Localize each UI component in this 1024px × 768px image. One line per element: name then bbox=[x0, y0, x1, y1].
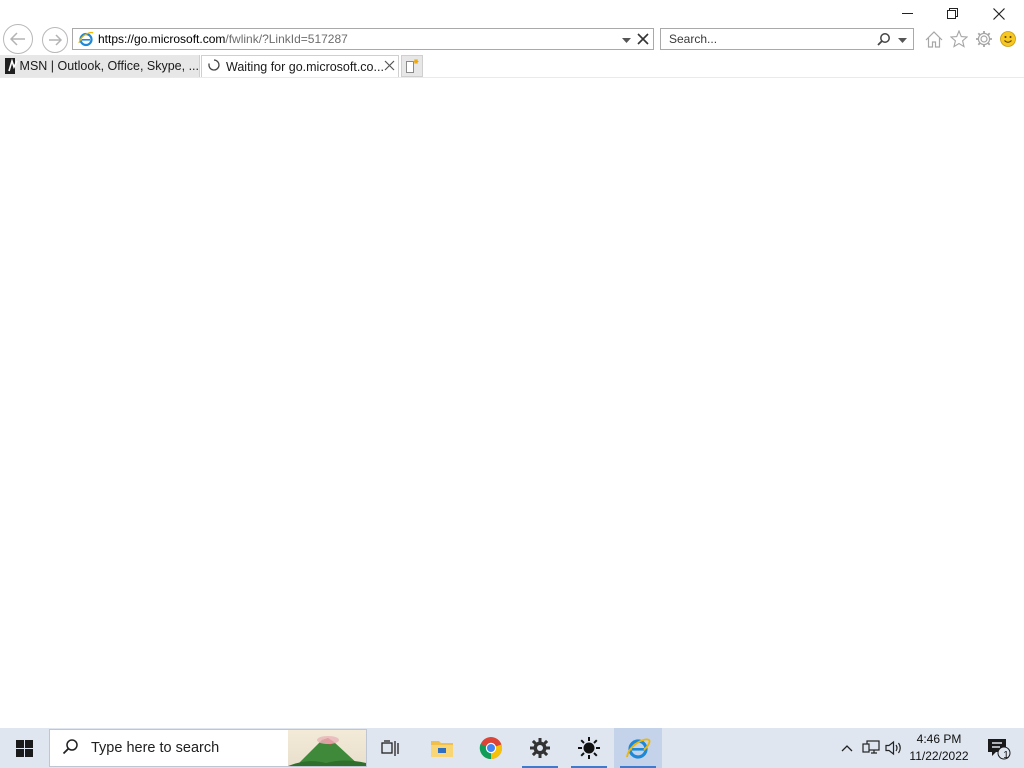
home-icon bbox=[925, 30, 943, 48]
windows-logo-icon bbox=[15, 739, 33, 757]
internet-explorer-icon bbox=[626, 738, 651, 759]
new-tab-button[interactable] bbox=[401, 55, 423, 77]
browser-chrome: https://go.microsoft.com/fwlink/?LinkId=… bbox=[0, 0, 1024, 78]
show-hidden-icons-button[interactable] bbox=[838, 728, 856, 768]
stop-loading-button[interactable] bbox=[636, 32, 650, 49]
weather-app-button[interactable] bbox=[565, 728, 613, 768]
smiley-feedback-icon bbox=[1000, 31, 1016, 47]
page-content-area[interactable] bbox=[0, 78, 1024, 728]
address-bar[interactable]: https://go.microsoft.com/fwlink/?LinkId=… bbox=[72, 28, 654, 50]
tab-label: MSN | Outlook, Office, Skype, ... bbox=[19, 59, 199, 73]
search-icon[interactable] bbox=[877, 32, 891, 49]
new-tab-icon bbox=[406, 59, 419, 73]
action-center-button[interactable]: 1 bbox=[978, 728, 1018, 768]
chrome-button[interactable] bbox=[467, 728, 515, 768]
taskbar-clock[interactable]: 4:46 PM 11/22/2022 bbox=[904, 731, 974, 765]
gear-icon bbox=[976, 31, 992, 47]
tools-button[interactable] bbox=[973, 28, 995, 50]
chevron-down-icon bbox=[622, 38, 631, 43]
minimize-button[interactable] bbox=[885, 0, 931, 28]
close-tab-button[interactable] bbox=[384, 60, 395, 74]
search-dropdown-button[interactable] bbox=[898, 33, 907, 47]
favorites-star-icon bbox=[950, 30, 968, 48]
clock-time: 4:46 PM bbox=[916, 732, 962, 746]
close-icon bbox=[384, 60, 395, 71]
url-host: https://go.microsoft.com bbox=[98, 32, 226, 46]
notification-count-badge: 1 bbox=[1003, 749, 1009, 761]
taskbar-search-box[interactable]: Type here to search bbox=[49, 729, 367, 767]
close-icon bbox=[993, 8, 1005, 20]
tab-msn[interactable]: MSN | Outlook, Office, Skype, ... bbox=[0, 55, 200, 77]
search-input[interactable] bbox=[667, 31, 871, 47]
address-url[interactable]: https://go.microsoft.com/fwlink/?LinkId=… bbox=[98, 32, 348, 46]
loading-spinner-icon bbox=[208, 59, 220, 74]
internet-explorer-button[interactable] bbox=[614, 728, 662, 768]
speaker-volume-icon bbox=[885, 740, 901, 756]
feedback-button[interactable] bbox=[997, 28, 1019, 50]
tab-strip: MSN | Outlook, Office, Skype, ... Waitin… bbox=[0, 55, 1024, 78]
network-tray-button[interactable] bbox=[860, 728, 882, 768]
restore-button[interactable] bbox=[930, 0, 976, 28]
close-window-button[interactable] bbox=[976, 0, 1022, 28]
minimize-icon bbox=[902, 13, 913, 14]
file-explorer-button[interactable] bbox=[418, 728, 466, 768]
back-arrow-icon bbox=[10, 32, 25, 46]
taskbar-search-placeholder: Type here to search bbox=[91, 740, 220, 756]
forward-arrow-icon bbox=[49, 34, 62, 46]
start-button[interactable] bbox=[0, 728, 48, 768]
msn-favicon-icon bbox=[5, 58, 18, 74]
restore-icon bbox=[947, 8, 958, 19]
favorites-button[interactable] bbox=[948, 28, 970, 50]
home-button[interactable] bbox=[923, 28, 945, 50]
tab-label: Waiting for go.microsoft.co... bbox=[226, 59, 384, 74]
settings-button[interactable] bbox=[516, 728, 564, 768]
forward-button[interactable] bbox=[42, 27, 68, 53]
chevron-down-icon bbox=[898, 38, 907, 43]
close-icon bbox=[637, 33, 649, 45]
search-box[interactable] bbox=[660, 28, 914, 50]
task-view-icon bbox=[381, 739, 399, 756]
file-explorer-icon bbox=[431, 741, 453, 757]
chrome-icon bbox=[479, 737, 503, 760]
weather-sun-icon bbox=[578, 737, 600, 759]
chevron-up-icon bbox=[841, 745, 853, 752]
clock-date: 11/22/2022 bbox=[909, 749, 969, 763]
volume-tray-button[interactable] bbox=[884, 728, 904, 768]
network-icon bbox=[862, 740, 880, 754]
settings-icon bbox=[530, 738, 550, 758]
task-view-button[interactable] bbox=[367, 728, 415, 768]
ie-icon bbox=[76, 29, 96, 49]
url-path: /fwlink/?LinkId=517287 bbox=[225, 32, 348, 46]
search-icon bbox=[62, 738, 79, 758]
address-dropdown-button[interactable] bbox=[622, 33, 631, 47]
tab-loading[interactable]: Waiting for go.microsoft.co... bbox=[201, 55, 399, 77]
taskbar: Type here to search 4:46 PM 11/22/2022 1 bbox=[0, 728, 1024, 768]
back-button[interactable] bbox=[3, 24, 33, 54]
search-highlight-illustration bbox=[288, 730, 366, 766]
